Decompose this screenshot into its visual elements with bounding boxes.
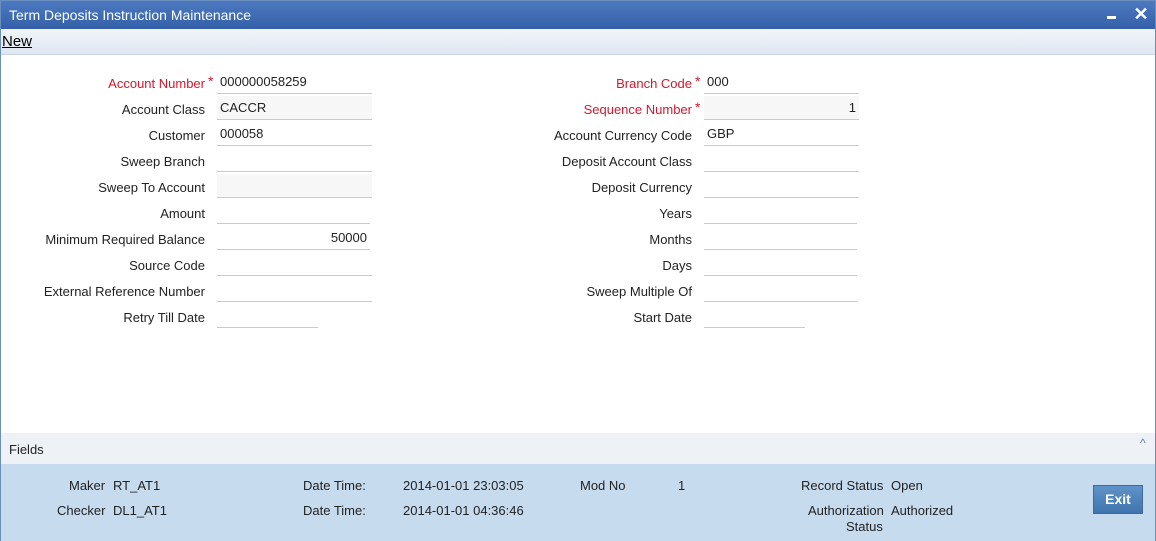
maker-datetime-label: Date Time: <box>303 478 366 493</box>
months-input[interactable] <box>704 226 857 250</box>
sequence-number-input[interactable]: 1 <box>704 96 859 120</box>
external-reference-number-label: External Reference Number <box>43 284 205 299</box>
sweep-to-account-input[interactable] <box>217 174 372 198</box>
close-icon[interactable]: ✕ <box>1131 5 1151 25</box>
sweep-multiple-of-input[interactable] <box>704 278 857 302</box>
years-label: Years <box>659 206 692 221</box>
required-marker: * <box>695 73 701 89</box>
days-input[interactable] <box>704 252 857 276</box>
sweep-branch-label: Sweep Branch <box>120 154 205 169</box>
checker-datetime-value: 2014-01-01 04:36:46 <box>403 503 524 518</box>
window-title: Term Deposits Instruction Maintenance <box>9 7 251 23</box>
account-currency-code-input[interactable]: GBP <box>704 122 859 146</box>
sweep-branch-input[interactable] <box>217 148 372 172</box>
deposit-currency-input[interactable] <box>704 174 859 198</box>
min-required-balance-input[interactable]: 50000 <box>217 226 370 250</box>
start-date-input[interactable] <box>704 304 805 328</box>
account-number-label: Account Number <box>108 76 205 91</box>
years-input[interactable] <box>704 200 857 224</box>
term-deposits-window: Term Deposits Instruction Maintenance ✕ … <box>0 0 1156 541</box>
source-code-label: Source Code <box>129 258 205 273</box>
fields-label[interactable]: Fields <box>9 442 44 457</box>
collapse-chevron-icon[interactable]: ^ <box>1140 436 1146 450</box>
account-class-input[interactable]: CACCR <box>217 96 372 120</box>
sequence-number-label: Sequence Number <box>583 102 692 117</box>
account-number-input[interactable]: 000000058259 <box>217 70 372 94</box>
source-code-input[interactable] <box>217 252 372 276</box>
authorization-status-value: Authorized <box>891 503 954 518</box>
fields-section: Fields ^ <box>1 433 1155 464</box>
account-currency-code-label: Account Currency Code <box>553 128 692 143</box>
menu-bar: New <box>1 29 1155 55</box>
checker-label: Checker <box>57 503 106 518</box>
record-status-value: Open <box>891 478 923 493</box>
maker-label: Maker <box>69 478 106 493</box>
branch-code-label: Branch Code <box>616 76 692 91</box>
required-marker: * <box>208 73 214 89</box>
start-date-label: Start Date <box>633 310 692 325</box>
min-required-balance-label: Minimum Required Balance <box>45 232 205 247</box>
retry-till-date-input[interactable] <box>217 304 318 328</box>
customer-label: Customer <box>148 128 205 143</box>
authorization-status-label: Authorization <box>808 503 884 518</box>
sweep-to-account-label: Sweep To Account <box>98 180 205 195</box>
new-menu-item[interactable]: New <box>2 33 32 50</box>
retry-till-date-label: Retry Till Date <box>123 310 205 325</box>
days-label: Days <box>662 258 692 273</box>
audit-footer: Maker RT_AT1 Checker DL1_AT1 Date Time: … <box>1 464 1155 541</box>
checker-value: DL1_AT1 <box>113 503 167 518</box>
branch-code-input[interactable]: 000 <box>704 70 859 94</box>
deposit-account-class-label: Deposit Account Class <box>561 154 692 169</box>
sweep-multiple-of-label: Sweep Multiple Of <box>586 284 693 299</box>
mod-no-value: 1 <box>678 478 686 493</box>
title-bar: Term Deposits Instruction Maintenance ✕ <box>1 1 1155 29</box>
amount-input[interactable] <box>217 200 370 224</box>
checker-datetime-label: Date Time: <box>303 503 366 518</box>
months-label: Months <box>649 232 692 247</box>
maker-datetime-value: 2014-01-01 23:03:05 <box>403 478 524 493</box>
record-status-label: Record Status <box>801 478 884 493</box>
exit-button[interactable]: Exit <box>1093 485 1143 514</box>
maker-value: RT_AT1 <box>113 478 161 493</box>
customer-input[interactable]: 000058 <box>217 122 372 146</box>
account-class-label: Account Class <box>121 102 205 117</box>
deposit-currency-label: Deposit Currency <box>591 180 692 195</box>
minimize-icon[interactable] <box>1101 5 1121 25</box>
amount-label: Amount <box>160 206 205 221</box>
required-marker: * <box>695 99 701 115</box>
mod-no-label: Mod No <box>580 478 626 493</box>
authorization-status-label-line2: Status <box>846 519 883 534</box>
external-reference-number-input[interactable] <box>217 278 372 302</box>
deposit-account-class-input[interactable] <box>704 148 859 172</box>
